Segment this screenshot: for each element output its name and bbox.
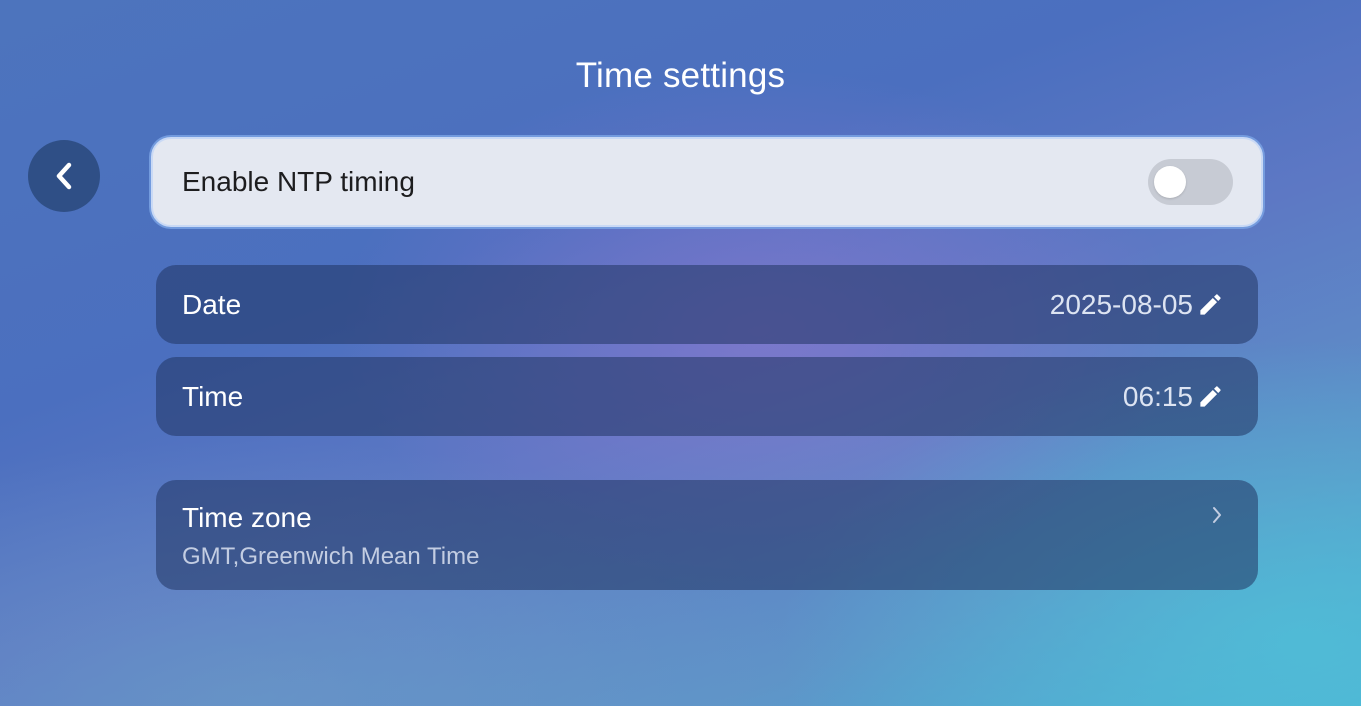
date-row[interactable]: Date 2025-08-05 <box>156 265 1258 344</box>
time-zone-row[interactable]: Time zone GMT,Greenwich Mean Time <box>156 480 1258 590</box>
time-zone-value: GMT,Greenwich Mean Time <box>182 543 480 570</box>
time-value-edit[interactable]: 06:15 <box>1123 381 1224 413</box>
ntp-setting-row: Enable NTP timing <box>151 137 1263 227</box>
date-value: 2025-08-05 <box>1049 288 1193 320</box>
time-value: 06:15 <box>1122 380 1193 412</box>
time-settings-screen: Time settings Enable NTP timing Date 202… <box>0 0 1361 706</box>
ntp-label: Enable NTP timing <box>182 166 415 197</box>
page-title: Time settings <box>575 56 786 95</box>
time-label: Time <box>182 380 244 412</box>
ntp-toggle[interactable] <box>1148 159 1233 205</box>
pencil-icon <box>1200 386 1221 407</box>
toggle-knob <box>1154 166 1186 198</box>
time-row[interactable]: Time 06:15 <box>156 357 1258 436</box>
time-zone-label: Time zone <box>182 502 312 533</box>
pencil-icon <box>1200 294 1221 315</box>
chevron-left-icon <box>56 162 72 190</box>
date-label: Date <box>182 288 242 320</box>
back-button[interactable] <box>28 140 100 212</box>
date-value-edit[interactable]: 2025-08-05 <box>1050 289 1224 321</box>
chevron-right-icon <box>1213 507 1221 523</box>
